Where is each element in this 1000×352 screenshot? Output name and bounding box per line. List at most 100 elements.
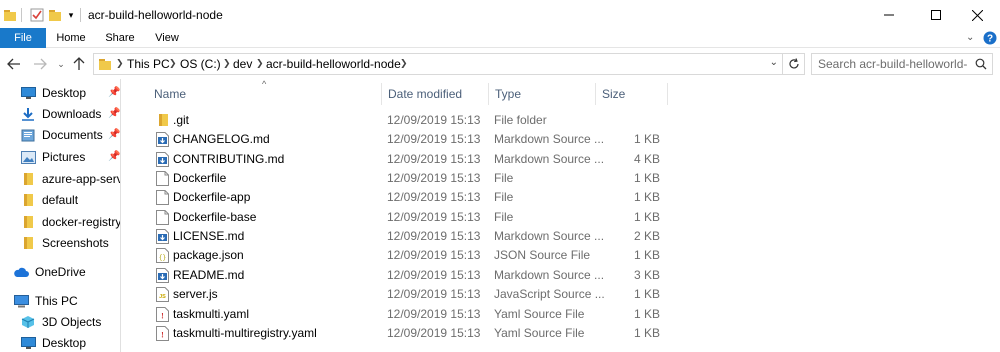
breadcrumb-current-folder[interactable]: acr-build-helloworld-node: [266, 57, 401, 71]
sidebar-item-desktop[interactable]: Desktop: [20, 83, 86, 103]
file-name: taskmulti-multiregistry.yaml: [173, 325, 317, 340]
sidebar-item-screenshots[interactable]: Screenshots: [20, 233, 109, 253]
up-button[interactable]: [69, 54, 89, 74]
navigation-scrollbar[interactable]: [121, 79, 133, 352]
file-date-modified: 12/09/2019 15:13: [387, 151, 481, 166]
file-row[interactable]: Dockerfile 12/09/2019 15:13 File 1 KB: [150, 169, 670, 188]
breadcrumb-os-c[interactable]: OS (C:): [180, 57, 221, 71]
computer-icon: [13, 293, 29, 309]
svg-text:!: !: [161, 311, 164, 320]
file-name: README.md: [173, 267, 245, 282]
sidebar-item-3d-objects[interactable]: 3D Objects: [20, 312, 101, 332]
file-date-modified: 12/09/2019 15:13: [387, 190, 481, 205]
quick-access-dropdown-icon[interactable]: ▾: [63, 7, 79, 23]
file-name: Dockerfile-base: [173, 209, 257, 224]
breadcrumb-dev[interactable]: dev: [233, 57, 252, 71]
sidebar-item-docker-registry[interactable]: docker-registry-l: [20, 212, 121, 232]
tab-view[interactable]: View: [149, 30, 185, 48]
file-row[interactable]: ! taskmulti-multiregistry.yaml 12/09/2019 …: [150, 324, 670, 343]
navigation-pane: Desktop 📌 Downloads 📌 Documents 📌 Pictur…: [0, 79, 121, 352]
sidebar-item-label: azure-app-servic: [42, 172, 120, 186]
file-date-modified: 12/09/2019 15:13: [387, 171, 481, 186]
3d-objects-icon: [20, 314, 36, 330]
sidebar-item-this-pc[interactable]: This PC: [13, 291, 78, 311]
file-name: .git: [173, 113, 190, 127]
file-size: 4 KB: [633, 151, 660, 166]
chevron-right-icon: ❯: [400, 58, 408, 68]
file-type: File folder: [494, 113, 547, 127]
close-button[interactable]: [954, 0, 1000, 30]
folder-icon: [2, 7, 18, 23]
file-row[interactable]: Dockerfile-base 12/09/2019 15:13 File 1 KB: [150, 208, 670, 227]
column-header-name[interactable]: Name: [148, 83, 382, 105]
column-header-date-modified[interactable]: Date modified: [382, 83, 489, 105]
column-header-size[interactable]: Size: [596, 83, 668, 105]
back-button[interactable]: [4, 54, 24, 74]
chevron-right-icon: ❯: [169, 58, 177, 68]
recent-locations-icon[interactable]: ⌄: [51, 54, 71, 74]
tab-home[interactable]: Home: [52, 30, 90, 48]
file-icon: [156, 171, 170, 187]
file-type: Markdown Source ...: [494, 267, 605, 282]
file-row[interactable]: ! taskmulti.yaml 12/09/2019 15:13 Yaml Sour…: [150, 305, 670, 324]
pin-icon: 📌: [108, 151, 121, 162]
tab-share[interactable]: Share: [101, 30, 139, 48]
column-header-type[interactable]: Type: [489, 83, 596, 105]
help-icon[interactable]: ?: [983, 31, 997, 48]
sidebar-item-pictures[interactable]: Pictures: [20, 147, 85, 167]
sidebar-item-label: Screenshots: [42, 236, 109, 250]
file-row[interactable]: LICENSE.md 12/09/2019 15:13 Markdown Sourc…: [150, 227, 670, 246]
file-row[interactable]: README.md 12/09/2019 15:13 Markdown Source…: [150, 266, 670, 285]
file-row[interactable]: .git 12/09/2019 15:13 File folder: [150, 111, 670, 130]
file-row[interactable]: CHANGELOG.md 12/09/2019 15:13 Markdown Sou…: [150, 130, 670, 149]
svg-text:?: ?: [987, 34, 993, 45]
maximize-button[interactable]: [913, 0, 959, 30]
properties-icon[interactable]: [29, 7, 45, 23]
breadcrumb-this-pc[interactable]: This PC: [127, 57, 170, 71]
file-row[interactable]: CONTRIBUTING.md 12/09/2019 15:13 Markdown …: [150, 150, 670, 169]
address-bar[interactable]: ❯ This PC ❯ OS (C:) ❯ dev ❯ acr-build-he…: [93, 53, 805, 75]
json-file-icon: {}: [156, 248, 170, 264]
file-name: LICENSE.md: [173, 229, 245, 244]
file-date-modified: 12/09/2019 15:13: [387, 306, 481, 321]
desktop-icon: [20, 85, 36, 101]
file-icon: [156, 209, 170, 225]
file-size: 1 KB: [633, 171, 660, 186]
tab-file[interactable]: File: [0, 28, 46, 48]
file-name: CHANGELOG.md: [173, 132, 270, 147]
folder-icon: [98, 57, 112, 74]
pin-icon: 📌: [108, 87, 121, 98]
sidebar-item-onedrive[interactable]: OneDrive: [13, 262, 86, 282]
js-file-icon: JS: [156, 287, 170, 303]
sidebar-item-default[interactable]: default: [20, 190, 78, 210]
sidebar-item-downloads[interactable]: Downloads: [20, 104, 101, 124]
new-folder-icon[interactable]: [47, 7, 63, 23]
markdown-file-icon: [156, 229, 170, 245]
address-dropdown-icon[interactable]: ⌄: [770, 57, 778, 68]
forward-button[interactable]: [30, 54, 50, 74]
file-type: Markdown Source ...: [494, 132, 605, 147]
expand-ribbon-icon[interactable]: ⌄: [966, 32, 974, 43]
sidebar-item-azure-app-service[interactable]: azure-app-servic: [20, 169, 120, 189]
file-size: 1 KB: [633, 209, 660, 224]
title-bar: ▾ acr-build-helloworld-node: [0, 0, 1000, 30]
sidebar-item-label: default: [42, 193, 79, 207]
file-size: 2 KB: [633, 229, 660, 244]
file-row[interactable]: {} package.json 12/09/2019 15:13 JSON Sourc…: [150, 246, 670, 265]
search-icon[interactable]: [975, 58, 987, 73]
file-row[interactable]: JS server.js 12/09/2019 15:13 JavaScript So…: [150, 285, 670, 304]
sidebar-item-label: Desktop: [42, 336, 87, 350]
sidebar-item-desktop-pc[interactable]: Desktop: [20, 333, 86, 352]
sidebar-item-label: docker-registry-l: [42, 215, 121, 229]
search-input[interactable]: [818, 57, 968, 71]
search-box[interactable]: [811, 53, 993, 75]
sidebar-item-label: Downloads: [42, 107, 102, 121]
sidebar-item-label: Pictures: [42, 150, 86, 164]
sidebar-item-label: Documents: [42, 128, 103, 142]
file-type: Markdown Source ...: [494, 151, 605, 166]
sidebar-item-documents[interactable]: Documents: [20, 125, 103, 145]
folder-icon: [156, 113, 170, 128]
refresh-button[interactable]: [782, 53, 804, 75]
file-row[interactable]: Dockerfile-app 12/09/2019 15:13 File 1 KB: [150, 188, 670, 207]
minimize-button[interactable]: [866, 0, 912, 30]
